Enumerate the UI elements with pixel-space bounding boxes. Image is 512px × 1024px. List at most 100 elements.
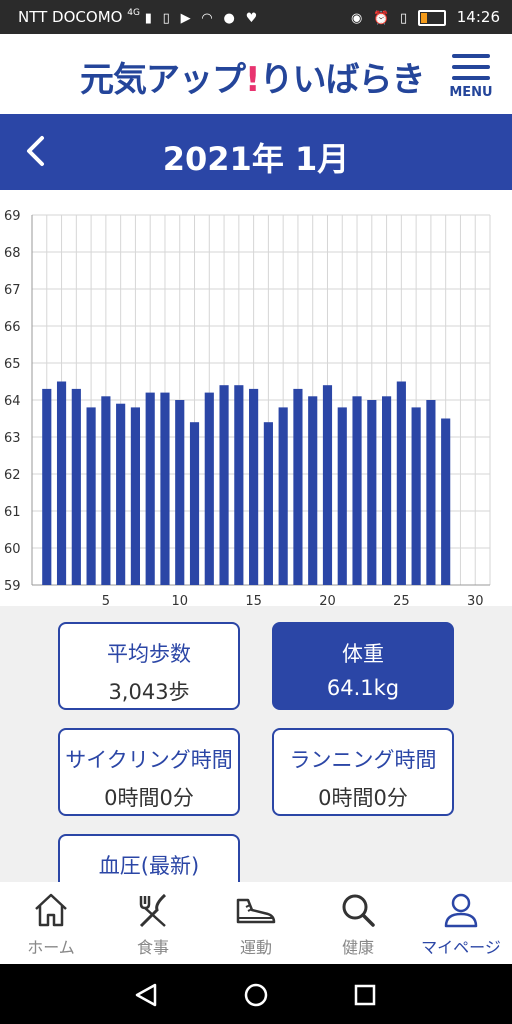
chart-bar (189, 422, 200, 585)
fork-knife-icon (139, 893, 167, 928)
chart-bar (116, 403, 126, 585)
x-tick-label: 25 (393, 594, 410, 606)
tab-exercise[interactable]: 運動 (205, 882, 307, 964)
app-header: 元気アップ!りいばらき MENU (0, 34, 512, 114)
chart-bar (42, 388, 52, 585)
back-triangle-icon[interactable] (133, 982, 159, 1008)
chart-bar (86, 407, 96, 585)
youtube-icon: ▶ (180, 11, 191, 26)
tab-label: 健康 (341, 938, 374, 957)
home-icon (35, 893, 67, 927)
x-tick-label: 5 (102, 594, 110, 606)
card-title: 体重 (342, 642, 384, 666)
tab-health[interactable]: 健康 (307, 882, 409, 964)
card-blood-pressure[interactable]: 血圧(最新) (58, 834, 240, 882)
card-average-steps[interactable]: 平均歩数 3,043歩 (58, 622, 240, 710)
chart-bar (337, 407, 347, 585)
network-label: 4G (127, 8, 140, 18)
chart-bar (278, 407, 288, 585)
chart-bar (71, 388, 81, 585)
weight-chart: 59 60 61 62 63 64 65 66 67 68 69 5 10 15 20 25 30 (0, 190, 512, 609)
card-running-time[interactable]: ランニング時間 0時間0分 (272, 728, 454, 816)
logo-sub: りいばらき (259, 60, 426, 100)
chart-bar (249, 388, 259, 585)
menu-label: MENU (449, 85, 493, 100)
card-value: 0時間0分 (318, 786, 408, 810)
x-tick-label: 10 (171, 594, 188, 606)
summary-cards: 平均歩数 3,043歩 体重 64.1kg サイクリング時間 0時間0分 ランニ… (0, 606, 512, 882)
tab-meal[interactable]: 食事 (102, 882, 204, 964)
x-tick-label: 20 (319, 594, 336, 606)
status-bar: NTT DOCOMO 4G ▮ ▯ ▶ ◠ ● ♥ ◉ ⏰ ▯ 14:26 (0, 0, 512, 34)
app-logo[interactable]: 元気アップ!りいばらき (80, 52, 426, 101)
x-tick-label: 15 (245, 594, 262, 606)
status-right: ◉ ⏰ ▯ 14:26 (351, 8, 500, 26)
y-tick-label: 67 (4, 283, 21, 298)
tab-label: 運動 (239, 938, 272, 957)
home-circle-icon[interactable] (243, 982, 269, 1008)
y-tick-label: 60 (4, 542, 21, 557)
y-tick-label: 61 (4, 505, 21, 520)
y-tick-label: 68 (4, 246, 21, 261)
chart-bar (367, 400, 377, 585)
clock: 14:26 (456, 8, 500, 26)
status-left: NTT DOCOMO 4G ▮ ▯ ▶ ◠ ● ♥ (18, 8, 263, 26)
chart-bar (160, 392, 170, 585)
magnifier-icon (342, 894, 375, 927)
month-title: 2021年 1月 (162, 140, 350, 178)
logo-exclamation: ! (245, 60, 260, 100)
heart-icon: ♥ (245, 11, 258, 26)
chart-bar (145, 392, 155, 585)
card-value: 64.1kg (326, 676, 400, 700)
recents-square-icon[interactable] (352, 982, 378, 1008)
chart-bar (234, 385, 244, 585)
y-tick-label: 63 (4, 431, 21, 446)
hamburger-icon (452, 54, 490, 58)
weight-bar-chart: 59 60 61 62 63 64 65 66 67 68 69 5 10 15 20 25 30 (4, 209, 491, 609)
y-tick-label: 65 (4, 357, 21, 372)
y-tick-label: 66 (4, 320, 21, 335)
card-cycling-time[interactable]: サイクリング時間 0時間0分 (58, 728, 240, 816)
card-weight[interactable]: 体重 64.1kg (272, 622, 454, 710)
chart-bar (322, 385, 333, 585)
chart-bar (101, 396, 111, 585)
chart-bar (293, 388, 303, 585)
y-tick-label: 59 (4, 579, 21, 594)
sim-icon: ▯ (162, 11, 170, 26)
chart-bar (130, 407, 140, 585)
hamburger-icon-bar (452, 76, 490, 80)
chart-bar (411, 407, 421, 585)
chart-bar (56, 381, 67, 585)
bottom-tab-bar: ホーム 食事 運動 健康 マイページ (0, 882, 512, 964)
card-title: ランニング時間 (289, 748, 437, 772)
chart-bar (308, 396, 318, 585)
carrier-label: NTT DOCOMO (18, 8, 123, 26)
logo-main: 元気アップ (80, 60, 246, 100)
tab-home[interactable]: ホーム (0, 882, 102, 964)
card-title: 血圧(最新) (98, 854, 200, 878)
vibrate-icon: ▯ (400, 11, 408, 26)
tab-mypage[interactable]: マイページ (410, 882, 512, 964)
y-tick-label: 69 (4, 209, 21, 224)
x-tick-label: 30 (467, 594, 484, 606)
chart-bar (352, 396, 362, 585)
chart-bar (441, 418, 451, 585)
battery-icon (417, 9, 446, 26)
y-tick-label: 62 (4, 468, 21, 483)
card-value: 0時間0分 (104, 786, 194, 810)
line-icon: ● (223, 11, 235, 26)
chart-bar (175, 400, 185, 585)
wifi-icon: ◠ (201, 11, 213, 26)
menu-button[interactable]: MENU (448, 54, 494, 102)
chart-bar (263, 422, 273, 585)
sneaker-icon (236, 898, 276, 924)
alarm-icon: ⏰ (373, 11, 390, 26)
chart-bar (204, 392, 214, 585)
eye-icon: ◉ (350, 11, 363, 26)
person-icon (444, 893, 478, 928)
chart-bar (382, 396, 392, 585)
card-value: 3,043歩 (108, 680, 190, 704)
system-navigation-bar (0, 964, 512, 1024)
tab-label: マイページ (421, 938, 501, 957)
tab-label: 食事 (136, 938, 169, 957)
